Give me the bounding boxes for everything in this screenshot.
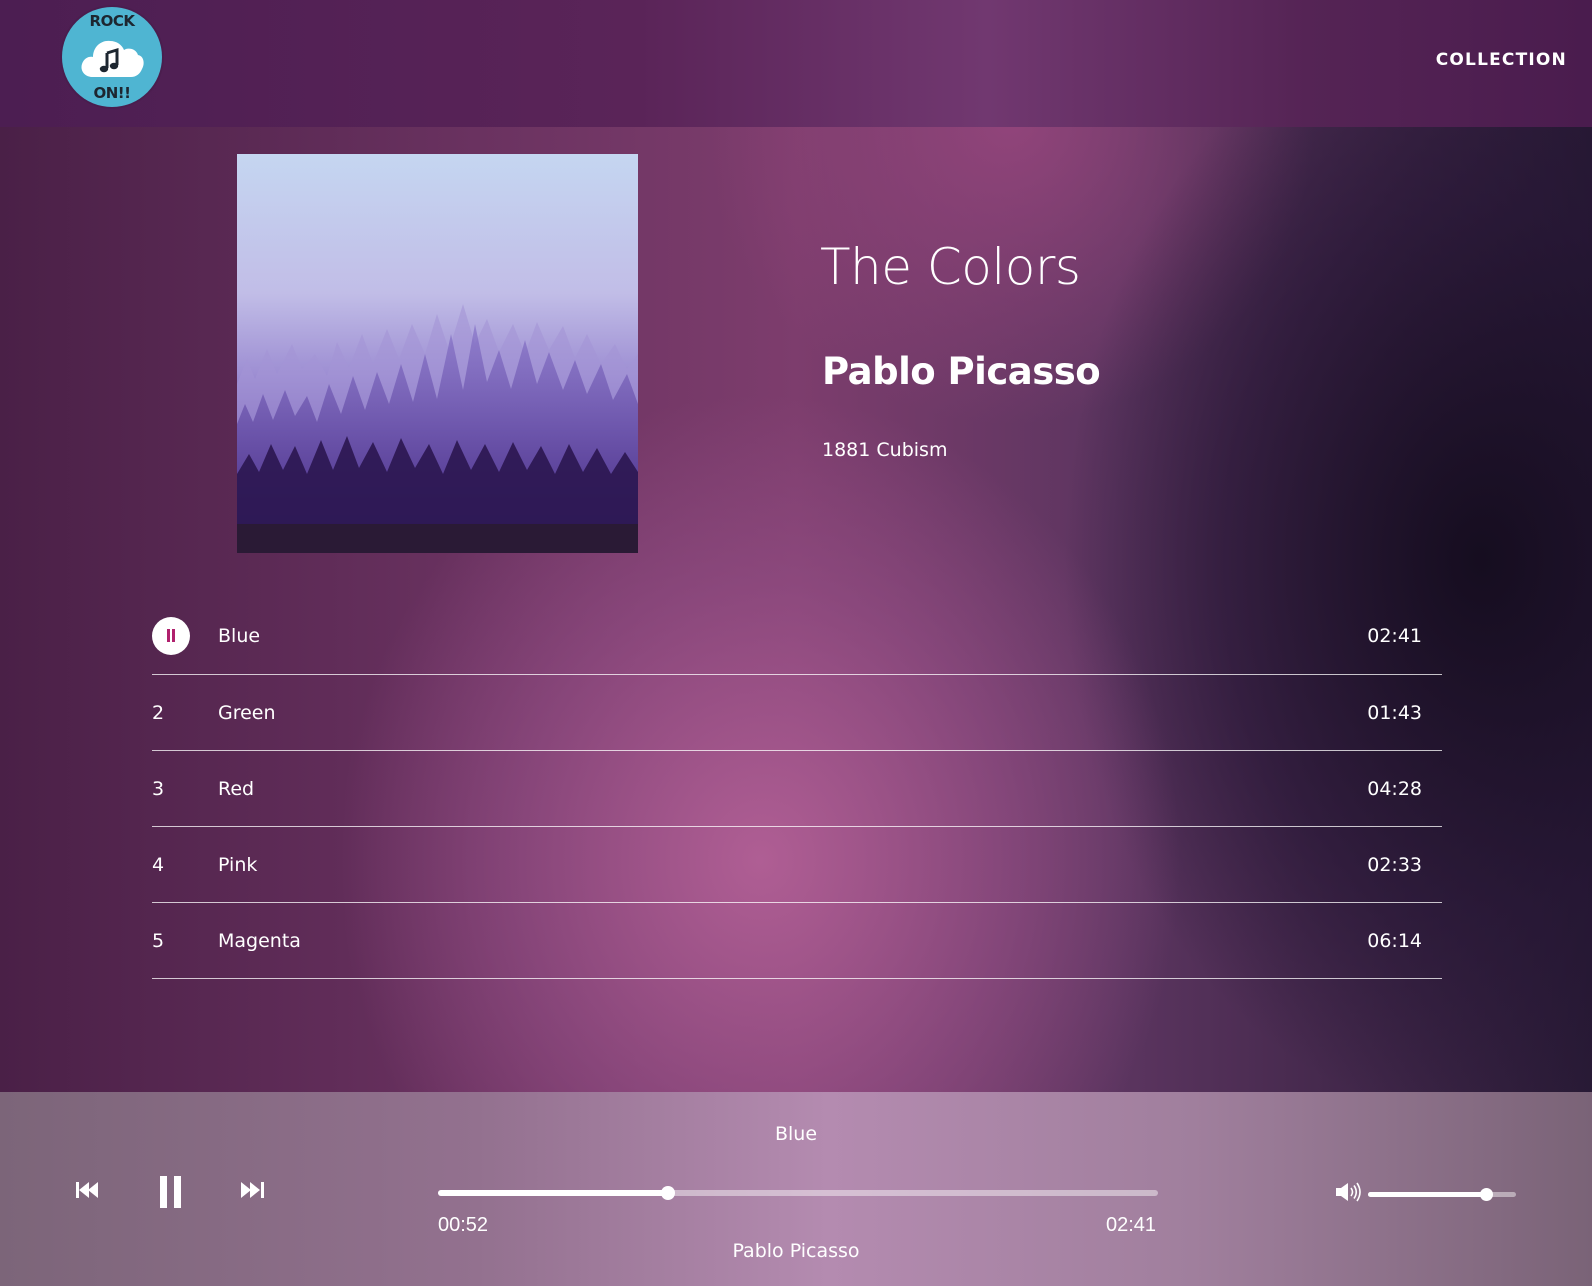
- track-duration: 01:43: [1367, 701, 1422, 724]
- volume-icon[interactable]: [1336, 1181, 1364, 1208]
- logo-text-top: ROCK: [89, 12, 135, 30]
- logo[interactable]: ROCK ON!!: [62, 7, 162, 107]
- track-row[interactable]: 5 Magenta 06:14: [152, 903, 1442, 979]
- track-name: Red: [218, 777, 255, 800]
- track-name: Blue: [218, 624, 261, 647]
- track-row[interactable]: 4 Pink 02:33: [152, 827, 1442, 903]
- track-duration: 02:33: [1367, 853, 1422, 876]
- track-number[interactable]: 5: [152, 930, 164, 952]
- now-playing-artist: Pablo Picasso: [732, 1240, 860, 1262]
- track-number[interactable]: 4: [152, 854, 164, 876]
- logo-text-bottom: ON!!: [93, 84, 132, 102]
- track-name: Green: [218, 701, 276, 724]
- current-time: 00:52: [438, 1214, 489, 1236]
- top-bar: ROCK ON!! COLLECTION: [0, 0, 1592, 127]
- album-cover-art: [237, 154, 638, 553]
- cloud-music-note-icon: [81, 40, 144, 77]
- album-artist: Pablo Picasso: [822, 350, 1101, 393]
- skip-next-icon[interactable]: [241, 1180, 265, 1205]
- track-row[interactable]: 3 Red 04:28: [152, 751, 1442, 827]
- pause-icon[interactable]: [160, 1176, 182, 1213]
- track-name: Magenta: [218, 929, 301, 952]
- seek-bar-thumb[interactable]: [661, 1186, 676, 1200]
- track-number[interactable]: 2: [152, 702, 164, 724]
- skip-previous-icon[interactable]: [76, 1180, 100, 1205]
- seek-bar[interactable]: [438, 1186, 1158, 1200]
- track-name: Pink: [218, 853, 258, 876]
- track-row[interactable]: Blue 02:41: [152, 597, 1442, 675]
- track-list: Blue 02:41 2 Green 01:43 3 Red 04:28 4 P…: [152, 597, 1442, 979]
- track-row[interactable]: 2 Green 01:43: [152, 675, 1442, 751]
- player-bar: Blue 00:52 02:41 Pablo Picasso: [0, 1092, 1592, 1286]
- total-time: 02:41: [1106, 1214, 1157, 1236]
- album-cover-image: [237, 154, 638, 553]
- volume-slider[interactable]: [1368, 1188, 1516, 1201]
- track-duration: 02:41: [1367, 624, 1422, 647]
- volume-slider-thumb[interactable]: [1480, 1188, 1494, 1201]
- nav-collection-link[interactable]: COLLECTION: [1436, 50, 1567, 70]
- track-duration: 06:14: [1367, 929, 1422, 952]
- album-year-genre: 1881 Cubism: [822, 439, 948, 461]
- now-playing-title: Blue: [774, 1123, 818, 1145]
- pause-circle-icon[interactable]: [152, 616, 190, 655]
- track-number[interactable]: 3: [152, 778, 164, 800]
- seek-bar-fill: [438, 1190, 669, 1196]
- album-title: The Colors: [820, 238, 1081, 296]
- track-duration: 04:28: [1367, 777, 1422, 800]
- volume-slider-fill: [1368, 1192, 1487, 1197]
